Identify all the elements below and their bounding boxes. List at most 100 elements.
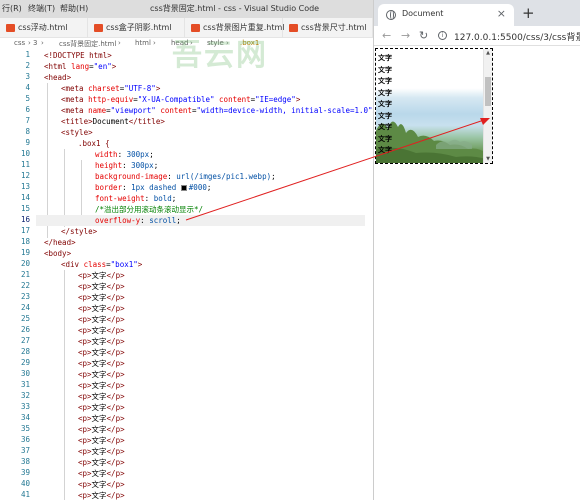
line-number: 22	[20, 281, 30, 290]
scrollbar-thumb[interactable]	[485, 76, 491, 106]
line-number: 12	[20, 171, 30, 180]
line-number: 1	[25, 50, 30, 59]
menu-help[interactable]: 帮助(H)	[60, 3, 88, 14]
browser-tab[interactable]: Document ×	[378, 4, 514, 26]
line-number: 23	[20, 292, 30, 301]
forward-button[interactable]: →	[401, 29, 410, 42]
code-line-14: font-weight: bold;	[95, 194, 177, 203]
color-swatch-icon[interactable]	[180, 185, 187, 191]
chevron-right-icon: ›	[226, 39, 229, 47]
landscape-image	[376, 121, 486, 163]
tab-css-bg-size[interactable]: css背景尺寸.html	[283, 18, 373, 38]
line-number: 40	[20, 479, 30, 488]
line-number: 30	[20, 369, 30, 378]
scroll-up-arrow-icon[interactable]: ▲	[485, 50, 491, 56]
code-line-4: <meta charset="UTF-8">	[61, 84, 161, 93]
line-number: 29	[20, 358, 30, 367]
breadcrumb-item[interactable]: .box1	[240, 39, 259, 47]
line-number: 19	[20, 248, 30, 257]
line-number: 11	[20, 160, 30, 169]
line-number: 28	[20, 347, 30, 356]
chevron-right-icon: ›	[118, 39, 121, 47]
paragraph-text: 文字	[378, 100, 392, 108]
title-bar: 行(R) 终端(T) 帮助(H) css背景固定.html - css - Vi…	[0, 0, 373, 18]
code-line-13: border: 1px dashed #000;	[95, 183, 212, 192]
code-line-7: <title>Document</title>	[61, 117, 165, 126]
html-file-icon	[6, 24, 15, 32]
code-line-6: <meta name="viewport" content="width=dev…	[61, 106, 373, 115]
code-line-p: <p>文字</p>	[78, 414, 125, 423]
code-line-p: <p>文字</p>	[78, 370, 125, 379]
tab-css-bg-repeat[interactable]: css背景图片重复.html	[185, 18, 285, 38]
code-line-12: background-image: url(/imges/pic1.webp);	[95, 172, 276, 181]
code-line-p: <p>文字</p>	[78, 381, 125, 390]
line-number: 2	[25, 61, 30, 70]
globe-icon	[386, 10, 396, 20]
code-line-p: <p>文字</p>	[78, 392, 125, 401]
paragraph-text: 文字	[378, 88, 392, 97]
code-line-17: </style>	[61, 227, 98, 236]
info-icon[interactable]: i	[438, 31, 447, 40]
paragraph-text: 文字	[378, 54, 392, 62]
breadcrumb-item[interactable]: css背景固定.html	[59, 39, 116, 49]
breadcrumb-item[interactable]: style	[207, 39, 224, 47]
code-line-11: height: 300px;	[95, 161, 159, 170]
tab-css-float[interactable]: css浮动.html	[0, 18, 88, 38]
line-number: 8	[25, 127, 30, 136]
code-line-3: <head>	[44, 73, 72, 82]
code-line-p: <p>文字</p>	[78, 491, 125, 500]
code-line-p: <p>文字</p>	[78, 447, 125, 456]
line-number: 33	[20, 402, 30, 411]
scroll-down-arrow-icon[interactable]: ▼	[485, 156, 491, 162]
new-tab-button[interactable]: +	[522, 4, 535, 22]
code-editor[interactable]: <!DOCTYPE html> <html lang="en"> <head> …	[36, 50, 373, 500]
code-line-p: <p>文字</p>	[78, 315, 125, 324]
line-number: 35	[20, 424, 30, 433]
tab-label: css背景图片重复.html	[203, 23, 285, 32]
editor-tabs: css浮动.html css盒子阴影.html css背景图片重复.html c…	[0, 18, 373, 38]
breadcrumb-item[interactable]: 3	[33, 39, 37, 47]
url-field[interactable]: i 127.0.0.1:5500/css/3/css背景固定	[436, 28, 580, 44]
code-line-p: <p>文字</p>	[78, 271, 125, 280]
breadcrumb: css › 3 › css背景固定.html › html › head › s…	[0, 38, 373, 50]
chevron-right-icon: ›	[153, 39, 156, 47]
code-line-p: <p>文字</p>	[78, 403, 125, 412]
scroll-box[interactable]: 文字 文字 文字 文字 文字 文字 文字 文字 文字 ▲ ▼	[375, 48, 493, 164]
code-line-p: <p>文字</p>	[78, 469, 125, 478]
menu-run[interactable]: 行(R)	[2, 3, 22, 14]
breadcrumb-item[interactable]: css	[14, 39, 25, 47]
breadcrumb-item[interactable]: head	[171, 39, 188, 47]
code-line-15: /*溢出部分用滚动条滚动显示*/	[95, 205, 204, 214]
line-number: 31	[20, 380, 30, 389]
code-line-p: <p>文字</p>	[78, 337, 125, 346]
reload-button[interactable]: ↻	[419, 29, 428, 42]
code-line-p: <p>文字</p>	[78, 348, 125, 357]
close-icon[interactable]: ×	[497, 7, 506, 20]
line-number: 39	[20, 468, 30, 477]
line-number: 14	[20, 193, 30, 202]
menu-terminal[interactable]: 终端(T)	[28, 3, 55, 14]
paragraph-text: 文字	[378, 146, 392, 154]
code-line-p: <p>文字</p>	[78, 282, 125, 291]
line-number-gutter: 1 2 3 4 5 6 7 8 9 10 11 12 13 14 15 16 17 18 19 20 21 22 23 24 2…	[0, 50, 36, 500]
line-number: 38	[20, 457, 30, 466]
chevron-right-icon: ›	[190, 39, 193, 47]
tab-css-box-shadow[interactable]: css盒子阴影.html	[88, 18, 185, 38]
code-line-p: <p>文字</p>	[78, 425, 125, 434]
code-line-2: <html lang="en">	[44, 62, 117, 71]
line-number: 10	[20, 149, 30, 158]
address-bar: ← → ↻ i 127.0.0.1:5500/css/3/css背景固定	[374, 26, 580, 46]
back-button[interactable]: ←	[382, 29, 391, 42]
line-number: 16	[20, 215, 30, 224]
line-number: 15	[20, 204, 30, 213]
code-line-5: <meta http-equiv="X-UA-Compatible" conte…	[61, 95, 301, 104]
vertical-scrollbar[interactable]: ▲ ▼	[483, 49, 492, 163]
browser-tab-title: Document	[402, 9, 444, 18]
code-line-p: <p>文字</p>	[78, 458, 125, 467]
line-number: 41	[20, 490, 30, 499]
line-number: 5	[25, 94, 30, 103]
code-line-10: width: 300px;	[95, 150, 154, 159]
code-line-8: <style>	[61, 128, 93, 137]
line-number: 36	[20, 435, 30, 444]
breadcrumb-item[interactable]: html	[135, 39, 151, 47]
